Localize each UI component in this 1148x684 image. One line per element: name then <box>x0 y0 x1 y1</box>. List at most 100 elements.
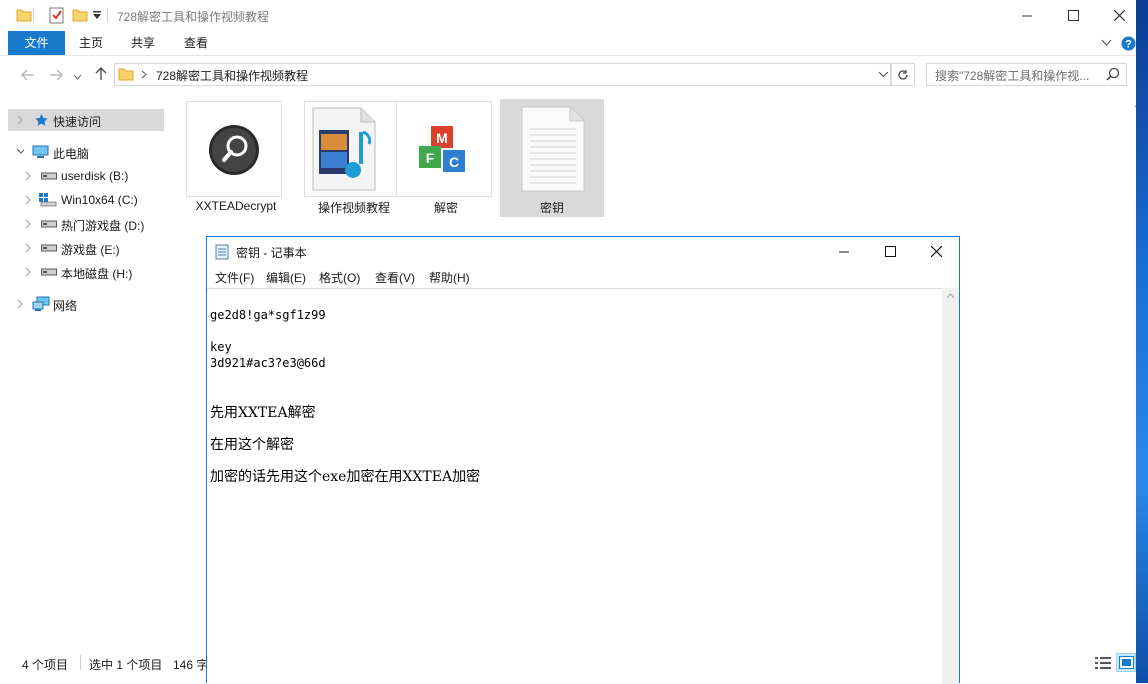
file-name: 密钥 <box>539 201 564 215</box>
sidebar-item-this-pc[interactable]: 此电脑 <box>8 141 164 163</box>
notepad-text-area[interactable]: ge2d8!ga*sgf1z99 key 3d921#ac3?e3@66d 先用… <box>207 288 942 684</box>
sidebar-item-drive-b[interactable]: userdisk (B:) <box>8 165 164 187</box>
menu-help[interactable]: 帮助(H) <box>429 269 470 286</box>
minimize-icon <box>839 251 849 252</box>
window-title: 728解密工具和操作视频教程 <box>117 10 270 24</box>
sidebar-item-drive-h[interactable]: 本地磁盘 (H:) <box>8 261 164 283</box>
forward-button[interactable] <box>46 67 66 83</box>
drive-icon <box>41 268 57 276</box>
text-line: 在用这个解密 <box>210 437 294 453</box>
up-button[interactable] <box>91 66 111 82</box>
notepad-icon <box>215 244 229 260</box>
chevron-down-icon <box>16 148 24 154</box>
menu-format[interactable]: 格式(O) <box>319 269 360 286</box>
item-count: 4 个项目 <box>22 658 69 672</box>
large-icons-view-icon <box>1119 656 1134 669</box>
selected-size: 146 字 <box>173 658 209 672</box>
file-item[interactable]: XXTEADecrypt <box>184 99 288 217</box>
folder-icon <box>118 66 134 82</box>
properties-icon[interactable] <box>49 6 65 24</box>
address-dropdown-icon[interactable] <box>878 71 889 78</box>
chevron-right-icon <box>25 267 31 277</box>
tab-share[interactable]: 共享 <box>124 31 162 55</box>
sidebar-item-network[interactable]: 网络 <box>8 293 164 315</box>
file-name: XXTEADecrypt <box>195 199 277 213</box>
help-icon[interactable]: ? <box>1121 36 1136 51</box>
sidebar-item-label: Win10x64 (C:) <box>61 193 138 207</box>
expand-ribbon-icon[interactable] <box>1101 39 1112 47</box>
file-thumbnail <box>304 101 400 197</box>
chevron-right-icon <box>25 195 31 205</box>
sidebar-item-label: userdisk (B:) <box>61 169 129 183</box>
chevron-right-icon <box>17 299 23 309</box>
file-item[interactable]: M F C 解密 <box>394 99 498 217</box>
maximize-button[interactable] <box>1050 0 1096 31</box>
chevron-right-icon <box>17 115 23 125</box>
magnifier-app-icon <box>209 125 259 175</box>
search-icon[interactable] <box>1106 67 1120 81</box>
video-file-icon <box>312 107 376 191</box>
file-item-selected[interactable]: 密钥 <box>500 99 604 217</box>
notepad-maximize-button[interactable] <box>867 237 913 266</box>
drive-icon <box>41 244 57 252</box>
maximize-icon <box>1067 10 1079 21</box>
notepad-titlebar: 密钥 - 记事本 <box>207 237 959 266</box>
svg-text:M: M <box>436 130 448 146</box>
back-button[interactable] <box>18 67 38 83</box>
sidebar-item-label: 本地磁盘 (H:) <box>61 267 133 281</box>
sidebar-item-drive-d[interactable]: 热门游戏盘 (D:) <box>8 213 164 235</box>
text-line: 先用XXTEA解密 <box>210 405 316 421</box>
minimize-button[interactable] <box>1004 0 1050 31</box>
notepad-close-button[interactable] <box>913 237 959 266</box>
sidebar-item-quick-access[interactable]: 快速访问 <box>8 109 164 131</box>
new-folder-icon[interactable] <box>72 7 88 23</box>
details-view-icon[interactable] <box>1094 655 1112 671</box>
chevron-down-icon <box>73 74 81 80</box>
mfc-app-icon: M F C <box>419 126 465 172</box>
notepad-minimize-button[interactable] <box>821 237 867 266</box>
customize-quick-access-icon[interactable] <box>92 10 102 20</box>
desktop-background <box>1136 0 1148 683</box>
text-line: 加密的话先用这个exe加密在用XXTEA加密 <box>210 469 481 485</box>
scroll-up-icon <box>946 293 955 299</box>
file-name: 操作视频教程 <box>317 201 390 215</box>
file-item[interactable]: 操作视频教程 <box>302 99 406 217</box>
windows-drive-icon <box>39 193 57 207</box>
minimize-icon <box>1022 15 1032 16</box>
file-thumbnail <box>186 101 282 197</box>
refresh-icon <box>898 69 908 80</box>
star-icon <box>35 114 48 126</box>
search-input[interactable]: 搜索"728解密工具和操作视... <box>935 67 1097 84</box>
network-icon <box>32 296 50 311</box>
svg-text:?: ? <box>1125 39 1132 51</box>
large-icons-view-button[interactable] <box>1116 653 1136 672</box>
chevron-right-icon <box>25 171 31 181</box>
drive-icon <box>41 220 57 228</box>
notepad-title: 密钥 - 记事本 <box>236 246 307 260</box>
refresh-button[interactable] <box>891 63 915 86</box>
drive-icon <box>41 172 57 180</box>
maximize-icon <box>884 246 896 257</box>
up-arrow-icon <box>95 67 107 80</box>
tab-view[interactable]: 查看 <box>177 31 215 55</box>
notepad-scrollbar[interactable] <box>942 288 959 684</box>
menu-view[interactable]: 查看(V) <box>375 269 415 286</box>
address-path[interactable]: 728解密工具和操作视频教程 <box>156 67 308 84</box>
tab-home[interactable]: 主页 <box>72 31 110 55</box>
recent-locations-button[interactable] <box>71 69 83 85</box>
forward-arrow-icon <box>50 69 63 81</box>
chevron-right-icon[interactable] <box>141 70 147 79</box>
menu-edit[interactable]: 编辑(E) <box>266 269 306 286</box>
menu-file[interactable]: 文件(F) <box>215 269 254 286</box>
close-icon <box>1113 10 1125 21</box>
tab-file[interactable]: 文件 <box>8 31 65 55</box>
folder-icon <box>16 7 32 23</box>
sidebar-item-label: 此电脑 <box>53 147 90 161</box>
sidebar-item-label: 网络 <box>53 299 78 313</box>
sidebar-item-drive-c[interactable]: Win10x64 (C:) <box>8 189 164 211</box>
sidebar-item-drive-e[interactable]: 游戏盘 (E:) <box>8 237 164 259</box>
sidebar-item-label: 快速访问 <box>53 115 102 129</box>
back-arrow-icon <box>21 69 34 81</box>
svg-text:C: C <box>449 154 459 170</box>
close-icon <box>930 246 942 257</box>
